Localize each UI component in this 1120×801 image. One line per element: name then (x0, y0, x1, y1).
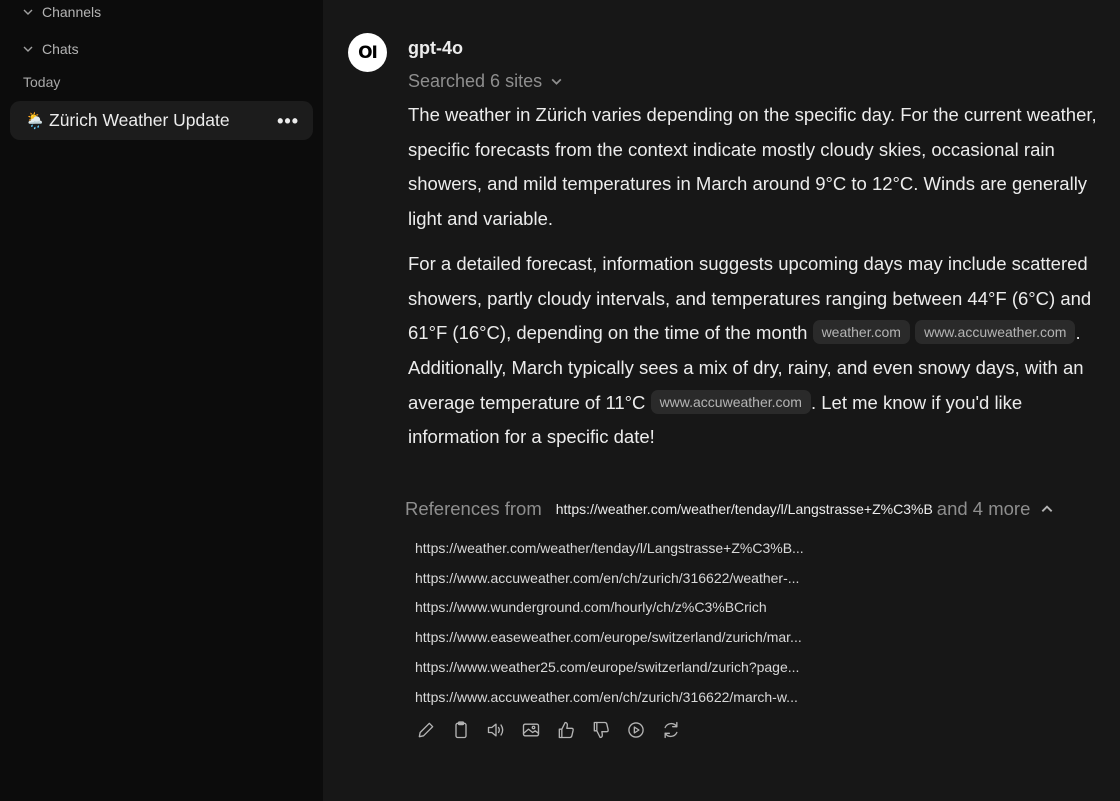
read-aloud-icon (487, 723, 504, 737)
citation-chip[interactable]: www.accuweather.com (915, 320, 1076, 345)
regenerate-icon (664, 721, 678, 739)
message-content: The weather in Zürich varies depending o… (408, 98, 1108, 465)
app: Channels Chats Today 🌦️ Zürich Weather U… (0, 0, 1120, 801)
continue-response-button[interactable] (624, 718, 648, 742)
date-group-label: Today (23, 74, 61, 90)
message-paragraph: For a detailed forecast, information sug… (408, 247, 1108, 455)
citation-chip[interactable]: weather.com (812, 320, 910, 345)
copy-button[interactable] (449, 718, 473, 742)
more-options-icon[interactable]: ••• (277, 112, 299, 130)
chevron-down-icon (23, 9, 33, 15)
sidebar-section-chats[interactable]: Chats (22, 41, 79, 57)
sidebar-section-channels[interactable]: Channels (22, 4, 101, 20)
references-label: References from (405, 498, 542, 519)
searched-sites-toggle[interactable]: Searched 6 sites (408, 71, 563, 92)
read-aloud-button[interactable] (484, 718, 508, 742)
good-response-button[interactable] (554, 718, 578, 742)
section-label: Channels (42, 4, 102, 20)
reference-link[interactable]: https://www.accuweather.com/en/ch/zurich… (415, 683, 804, 713)
copy-icon (455, 721, 467, 739)
references-toggle[interactable]: References from https://weather.com/weat… (405, 498, 1054, 520)
thumbs-down-icon (593, 721, 609, 739)
reference-link[interactable]: https://www.weather25.com/europe/switzer… (415, 653, 804, 683)
references-first-link: https://weather.com/weather/tenday/l/Lan… (555, 501, 933, 517)
citation-chip[interactable]: www.accuweather.com (650, 389, 811, 414)
chat-main: OI gpt-4o Searched 6 sites The weather i… (323, 0, 1120, 801)
chat-item-zurich-weather[interactable]: 🌦️ Zürich Weather Update ••• (10, 101, 313, 140)
sidebar: Channels Chats Today 🌦️ Zürich Weather U… (0, 0, 323, 801)
reference-link[interactable]: https://www.easeweather.com/europe/switz… (415, 623, 804, 653)
searched-sites-label: Searched 6 sites (408, 71, 543, 91)
image-icon (522, 723, 540, 737)
message-paragraph: The weather in Zürich varies depending o… (408, 104, 1097, 230)
model-avatar: OI (348, 33, 387, 72)
weather-emoji-icon: 🌦️ (25, 112, 45, 130)
chevron-down-icon (23, 46, 33, 52)
reference-link[interactable]: https://weather.com/weather/tenday/l/Lan… (415, 534, 804, 564)
references-more-count: and 4 more (936, 498, 1031, 519)
chevron-down-icon (551, 78, 562, 85)
edit-button[interactable] (414, 718, 438, 742)
chat-title: Zürich Weather Update (49, 110, 230, 130)
play-icon (628, 722, 644, 738)
thumbs-up-icon (558, 721, 574, 739)
reference-link[interactable]: https://www.accuweather.com/en/ch/zurich… (415, 564, 804, 594)
regenerate-button[interactable] (659, 718, 683, 742)
message-actions (414, 718, 694, 742)
model-name: gpt-4o (408, 38, 463, 58)
reference-link[interactable]: https://www.wunderground.com/hourly/ch/z… (415, 593, 804, 623)
references-list: https://weather.com/weather/tenday/l/Lan… (415, 534, 804, 712)
edit-icon (418, 722, 434, 738)
generate-image-button[interactable] (519, 718, 543, 742)
section-label: Chats (42, 41, 79, 57)
bad-response-button[interactable] (589, 718, 613, 742)
chevron-up-icon (1042, 505, 1053, 512)
